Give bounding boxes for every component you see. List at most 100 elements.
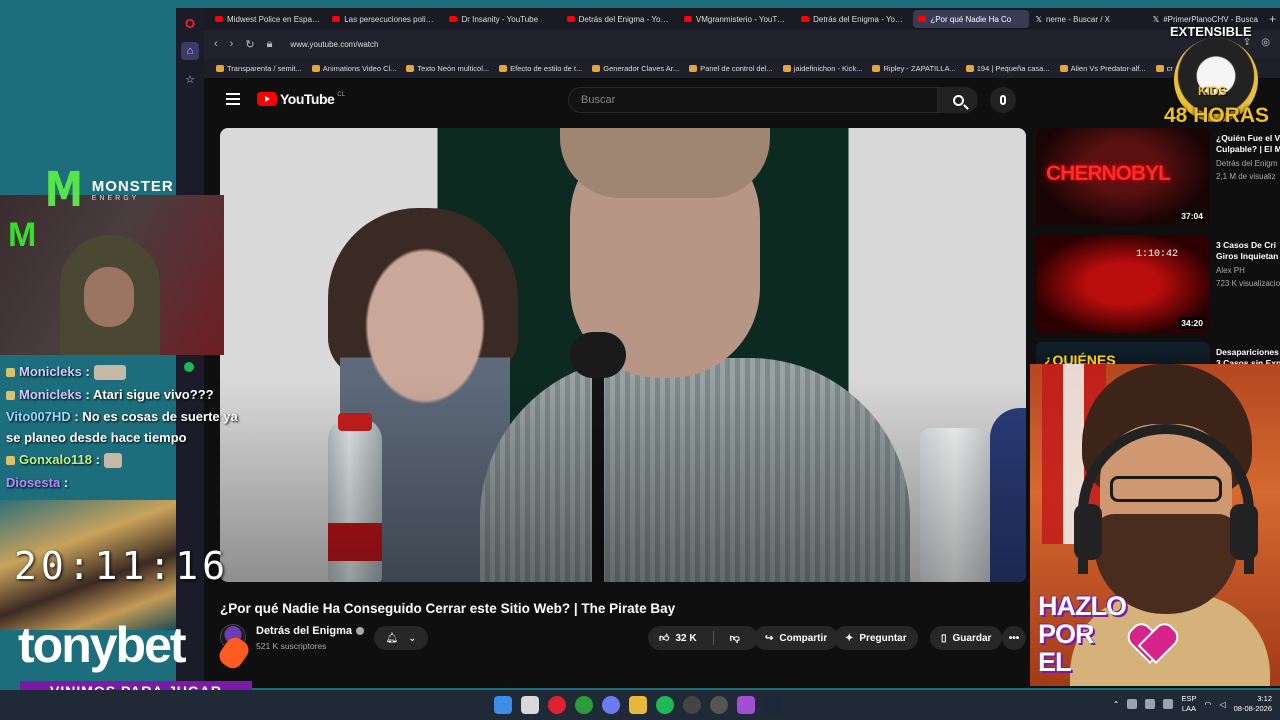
video-thumbnail[interactable]: 1:10:42 34:20 [1036, 235, 1210, 333]
ask-button[interactable]: ✦ Preguntar [834, 626, 918, 650]
bookmark-item[interactable]: Ripley - ZAPATILLA... [872, 64, 956, 73]
chevron-up-icon[interactable]: ⌃ [1113, 700, 1120, 709]
share-button[interactable]: ↪ Compartir [754, 626, 839, 650]
wifi-icon[interactable]: ◠ [1204, 700, 1211, 709]
heart-icon [1138, 626, 1180, 666]
search-button[interactable] [938, 87, 978, 113]
subscription-bell-button[interactable]: 🔔︎ ⌄ [374, 626, 428, 650]
monster-claw-icon: M [44, 162, 83, 218]
discord-icon[interactable] [602, 696, 620, 714]
folder-icon[interactable] [629, 696, 647, 714]
bookmark-icon [782, 64, 791, 72]
share-arrow-icon: ↪ [765, 632, 774, 644]
spotify-icon[interactable] [656, 696, 674, 714]
recommended-video[interactable]: CHERNOBYL 37:04 ¿Quién Fue el V Culpable?… [1036, 128, 1280, 230]
bookmark-item[interactable]: Panel de control del... [689, 64, 773, 73]
youtube-icon [566, 16, 575, 22]
tab-5[interactable]: Detrás del Enigma - YouTu [796, 10, 911, 28]
video-scene [220, 128, 1026, 582]
bookmark-item[interactable]: Animations Video Cl... [311, 64, 396, 73]
streamer-face [84, 267, 134, 327]
youtube-logo[interactable]: YouTube CL [257, 91, 345, 107]
chat-overlay: Monicleks : Monicleks : Atari sigue vivo… [0, 360, 252, 510]
star-icon[interactable]: ☆ [181, 70, 199, 88]
verified-icon [355, 627, 364, 636]
file-icon[interactable] [521, 696, 539, 714]
tab-3[interactable]: Detrás del Enigma - YouTu [562, 10, 677, 28]
save-button[interactable]: ▯ Guardar [930, 626, 1003, 650]
monster-can: M [8, 216, 37, 254]
back-icon[interactable]: ‹ [214, 38, 218, 50]
lock-icon: 🔒︎ [266, 37, 273, 50]
volume-icon[interactable]: ◁ [1219, 700, 1225, 709]
hamburger-menu-icon[interactable] [226, 93, 240, 105]
tray-icon[interactable] [1145, 699, 1156, 709]
bookmark-icon [406, 64, 415, 72]
settings-icon[interactable] [710, 696, 728, 714]
language-indicator[interactable]: ESP LAA [1181, 694, 1196, 714]
address-bar: ‹ › ↻ 🔒︎ www.youtube.com/watch ⌕ ⇪ ◎ [204, 30, 1280, 58]
home-icon[interactable]: ⌂ [181, 42, 199, 60]
rec-title: ¿Quién Fue el V Culpable? | El M [1216, 133, 1280, 154]
video-duration: 34:20 [1178, 317, 1206, 329]
video-thumbnail[interactable]: CHERNOBYL 37:04 [1036, 128, 1210, 226]
bookmark-item[interactable]: Efecto de estilo de t... [499, 64, 582, 73]
youtube-icon [801, 16, 810, 22]
rec-views: 723 K visualizacio [1216, 279, 1280, 288]
subscriber-count: 521 K suscriptores [256, 641, 327, 651]
headset-ear-icon [1074, 504, 1102, 560]
bookmark-icon [689, 64, 698, 72]
extensible-badge: EXTENSIBLE KIDS 48 HORAS [1164, 24, 1270, 127]
rec-channel: Detrás del Enigm [1216, 159, 1278, 168]
search-input[interactable]: Buscar [568, 87, 938, 113]
reload-icon[interactable]: ↻ [245, 38, 254, 51]
windows-start-icon[interactable] [494, 696, 512, 714]
forward-icon[interactable]: › [230, 38, 234, 50]
streamer-avatar: HAZLO POR EL [1030, 364, 1280, 686]
taskbar: ⌃ ESP LAA ◠ ◁ 3:12 08-08-2026 [0, 690, 1280, 720]
obs-icon[interactable] [683, 696, 701, 714]
bookmark-item[interactable]: Texto Neón multicol... [406, 64, 489, 73]
opera-icon[interactable] [548, 696, 566, 714]
tab-2[interactable]: Dr Insanity - YouTube [444, 10, 559, 28]
x-icon: 𝕏 [1035, 14, 1042, 24]
chat-message: Gonxalo118 : [0, 448, 252, 471]
youtube-icon [683, 16, 692, 22]
chat-message: Monicleks : Atari sigue vivo??? [0, 383, 252, 406]
x-icon: 𝕏 [1152, 14, 1160, 24]
thumbs-down-icon[interactable]: 👎︎ [730, 632, 740, 644]
tray-icon[interactable] [1127, 699, 1138, 709]
tab-4[interactable]: VMgranmisterio - YouTube [679, 10, 794, 28]
youtube-header: YouTube CL Buscar [204, 78, 1280, 124]
url-field[interactable]: www.youtube.com/watch [290, 40, 378, 49]
bookmark-item[interactable]: jaidefinichon - Kick... [782, 64, 862, 73]
youtube-icon [332, 16, 341, 22]
rec-title: 3 Casos De Cri Giros Inquietan [1216, 240, 1279, 261]
bookmark-icon [592, 64, 601, 72]
steam-icon[interactable] [764, 696, 782, 714]
bookmark-icon [216, 64, 224, 72]
bookmark-item[interactable]: Alien Vs Predator-alf... [1059, 64, 1146, 73]
tab-0[interactable]: Midwest Police en Españo [210, 10, 325, 28]
headset-ear-icon [1230, 504, 1258, 560]
channel-name[interactable]: Detrás del Enigma [256, 625, 364, 637]
xbox-icon[interactable] [575, 696, 593, 714]
tab-active[interactable]: ¿Por qué Nadie Ha Co [913, 10, 1029, 28]
app-icon[interactable] [737, 696, 755, 714]
taskbar-clock[interactable]: 3:12 08-08-2026 [1234, 694, 1272, 714]
bookmark-icon [499, 64, 508, 72]
rec-views: 2,1 M de visualiz [1216, 172, 1276, 181]
voice-search-button[interactable] [990, 87, 1016, 113]
tray-icon[interactable] [1163, 699, 1174, 709]
recommended-video[interactable]: 1:10:42 34:20 3 Casos De Cri Giros Inquie… [1036, 235, 1280, 337]
bookmark-item[interactable]: Generador Claves Ar... [592, 64, 679, 73]
bookmark-item[interactable]: Transparenta / semit... [216, 64, 302, 73]
opera-icon[interactable]: O [181, 14, 199, 32]
tab-1[interactable]: Las persecuciones policial [327, 10, 442, 28]
tab-7[interactable]: 𝕏neme - Buscar / X [1031, 10, 1146, 28]
like-button[interactable]: 👍︎ 32 K 👎︎ [648, 626, 758, 650]
bookmark-item[interactable]: 194 | Pequeña casa... [965, 64, 1050, 73]
chat-message: Vito007HD : No es cosas de suerte ya se … [6, 409, 238, 445]
more-actions-button[interactable]: ••• [1002, 626, 1026, 650]
video-player[interactable] [220, 128, 1026, 582]
